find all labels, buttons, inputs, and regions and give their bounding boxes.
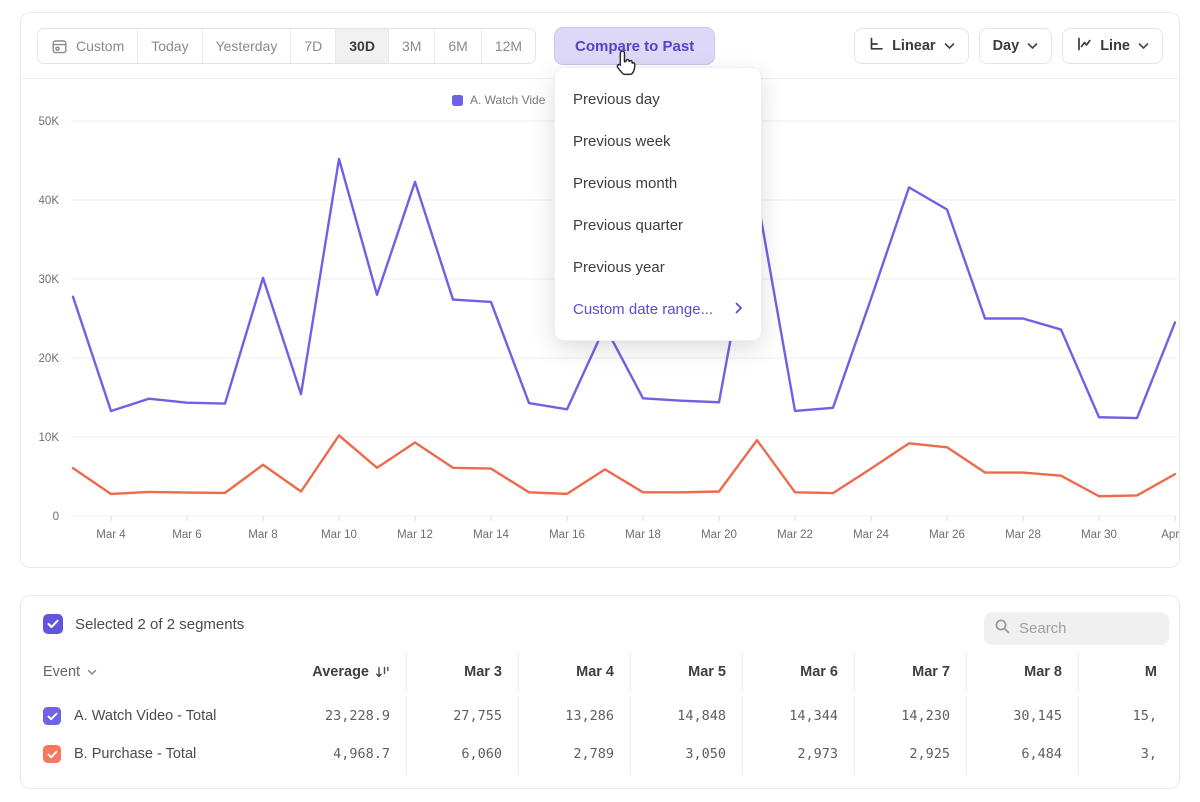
date-range-7d[interactable]: 7D xyxy=(291,29,336,63)
value-cell: 2,789 xyxy=(518,734,630,774)
table-header-row: EventAverageMar 3Mar 4Mar 5Mar 6Mar 7Mar… xyxy=(21,652,1180,692)
date-range-label: Custom xyxy=(76,38,124,54)
table-row[interactable]: B. Purchase - Total 4,968.76,0602,7893,05… xyxy=(21,734,1180,774)
date-range-30d[interactable]: 30D xyxy=(336,29,389,63)
series-line xyxy=(73,435,1175,496)
x-axis-tick-label: Mar 8 xyxy=(248,529,277,541)
search-input[interactable] xyxy=(1019,620,1149,637)
x-axis-tick-label: Mar 30 xyxy=(1081,529,1117,541)
x-axis-tick-label: Mar 10 xyxy=(321,529,357,541)
linear-axis-icon xyxy=(868,36,884,56)
column-header-mar-6[interactable]: Mar 6 xyxy=(742,652,854,692)
chart-type-dropdown-button[interactable]: Line xyxy=(1062,28,1163,64)
legend-swatch xyxy=(452,95,463,106)
value-cell: 27,755 xyxy=(406,696,518,736)
date-range-today[interactable]: Today xyxy=(138,29,202,63)
segment-checkbox[interactable] xyxy=(43,707,61,725)
menu-item-previous-day[interactable]: Previous day xyxy=(555,78,761,120)
chevron-down-icon xyxy=(1138,38,1149,54)
chevron-down-icon xyxy=(1027,38,1038,54)
x-axis-tick-label: Mar 18 xyxy=(625,529,661,541)
value-cell: 3, xyxy=(1078,734,1173,774)
select-all-checkbox[interactable] xyxy=(43,614,63,634)
value-cell: 14,230 xyxy=(854,696,966,736)
search-icon xyxy=(994,618,1011,640)
value-cell: 6,484 xyxy=(966,734,1078,774)
legend-label: A. Watch Vide xyxy=(470,93,545,107)
x-axis-tick-label: Mar 14 xyxy=(473,529,509,541)
y-axis-tick-label: 50K xyxy=(39,116,60,128)
chevron-down-icon xyxy=(87,669,97,676)
menu-item-previous-week[interactable]: Previous week xyxy=(555,120,761,162)
date-range-segmented-control: Custom Today Yesterday 7D 30D 3M 6M 12M xyxy=(37,28,536,64)
value-cell: 2,925 xyxy=(854,734,966,774)
segment-name: B. Purchase - Total xyxy=(74,746,196,762)
interval-dropdown-button[interactable]: Day xyxy=(979,28,1053,64)
chart-card: Custom Today Yesterday 7D 30D 3M 6M 12M … xyxy=(20,12,1180,568)
y-axis-tick-label: 40K xyxy=(39,195,60,207)
x-axis-tick-label: Mar 20 xyxy=(701,529,737,541)
date-range-6m[interactable]: 6M xyxy=(435,29,481,63)
date-range-3m[interactable]: 3M xyxy=(389,29,435,63)
value-cell: 4,968.7 xyxy=(261,734,406,774)
segment-checkbox[interactable] xyxy=(43,745,61,763)
date-range-custom[interactable]: Custom xyxy=(38,29,138,63)
chevron-right-icon xyxy=(735,301,743,318)
column-header-m[interactable]: M xyxy=(1078,652,1173,692)
compare-to-past-button[interactable]: Compare to Past xyxy=(554,27,715,65)
segment-name: A. Watch Video - Total xyxy=(74,708,216,724)
value-cell: 13,286 xyxy=(518,696,630,736)
x-axis-tick-label: Mar 6 xyxy=(172,529,201,541)
menu-item-previous-year[interactable]: Previous year xyxy=(555,246,761,288)
search-box[interactable] xyxy=(984,612,1169,645)
segment-label-cell: B. Purchase - Total xyxy=(43,734,261,774)
y-axis-tick-label: 20K xyxy=(39,353,60,365)
selected-segments-summary: Selected 2 of 2 segments xyxy=(75,616,244,633)
y-axis-tick-label: 0 xyxy=(53,511,59,523)
calendar-icon xyxy=(51,38,68,55)
table-row[interactable]: A. Watch Video - Total 23,228.927,75513,2… xyxy=(21,696,1180,736)
x-axis-tick-label: Mar 28 xyxy=(1005,529,1041,541)
segment-label-cell: A. Watch Video - Total xyxy=(43,696,261,736)
value-cell: 3,050 xyxy=(630,734,742,774)
sort-descending-icon xyxy=(375,665,390,679)
scale-dropdown-button[interactable]: Linear xyxy=(854,28,969,64)
value-cell: 14,848 xyxy=(630,696,742,736)
y-axis-tick-label: 30K xyxy=(39,274,60,286)
menu-item-previous-month[interactable]: Previous month xyxy=(555,162,761,204)
value-cell: 14,344 xyxy=(742,696,854,736)
column-header-event[interactable]: Event xyxy=(43,652,261,692)
menu-item-previous-quarter[interactable]: Previous quarter xyxy=(555,204,761,246)
column-header-mar-7[interactable]: Mar 7 xyxy=(854,652,966,692)
chart-legend[interactable]: A. Watch Vide xyxy=(452,93,545,107)
column-header-average[interactable]: Average xyxy=(261,652,406,692)
x-axis-tick-label: Mar 16 xyxy=(549,529,585,541)
line-chart-icon xyxy=(1076,36,1092,56)
column-header-mar-8[interactable]: Mar 8 xyxy=(966,652,1078,692)
date-range-yesterday[interactable]: Yesterday xyxy=(203,29,292,63)
value-cell: 15, xyxy=(1078,696,1173,736)
x-axis-tick-label: Mar 26 xyxy=(929,529,965,541)
x-axis-tick-label: Mar 4 xyxy=(96,529,126,541)
compare-to-past-menu: Previous day Previous week Previous mont… xyxy=(554,67,762,341)
column-header-mar-3[interactable]: Mar 3 xyxy=(406,652,518,692)
x-axis-tick-label: Mar 24 xyxy=(853,529,889,541)
x-axis-tick-label: Mar 22 xyxy=(777,529,813,541)
column-header-mar-5[interactable]: Mar 5 xyxy=(630,652,742,692)
date-range-12m[interactable]: 12M xyxy=(482,29,535,63)
menu-item-custom-date-range[interactable]: Custom date range... xyxy=(555,288,761,330)
x-axis-tick-label: Mar 12 xyxy=(397,529,433,541)
value-cell: 23,228.9 xyxy=(261,696,406,736)
y-axis-tick-label: 10K xyxy=(39,432,60,444)
x-axis-tick-label: Apr 1 xyxy=(1161,529,1179,541)
segments-table-card: Selected 2 of 2 segments EventAverageMar… xyxy=(20,595,1180,789)
column-header-mar-4[interactable]: Mar 4 xyxy=(518,652,630,692)
value-cell: 6,060 xyxy=(406,734,518,774)
chevron-down-icon xyxy=(944,38,955,54)
value-cell: 2,973 xyxy=(742,734,854,774)
value-cell: 30,145 xyxy=(966,696,1078,736)
